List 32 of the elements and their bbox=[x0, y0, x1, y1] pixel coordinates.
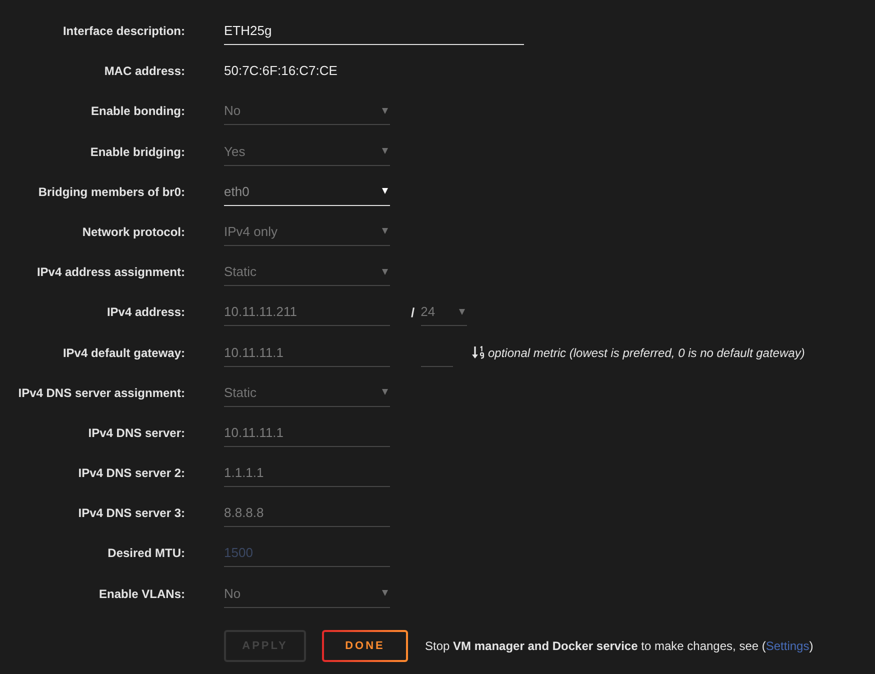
caret-icon bbox=[458, 308, 465, 315]
caret-icon bbox=[382, 268, 388, 275]
done-button[interactable]: DONE bbox=[322, 630, 408, 662]
caret-icon bbox=[382, 228, 388, 234]
field-label: Desired MTU: bbox=[108, 545, 185, 562]
field-label: MAC address: bbox=[104, 63, 185, 80]
field-label: Network protocol: bbox=[82, 224, 185, 241]
caret-icon bbox=[382, 148, 388, 154]
field-label: IPv4 address assignment: bbox=[36, 264, 185, 282]
metric-hint: optional metric (lowest is preferred, 0 is no default gateway) bbox=[488, 346, 805, 360]
field-label: IPv4 DNS server assignment: bbox=[18, 384, 185, 402]
caret-icon bbox=[382, 188, 388, 194]
dropdown[interactable]: eth0 bbox=[224, 178, 390, 206]
field-label: Enable bonding: bbox=[91, 103, 185, 120]
field-label: Enable bridging: bbox=[90, 144, 185, 161]
sort-down-icon bbox=[472, 346, 485, 359]
caret-icon bbox=[382, 108, 388, 114]
text-field[interactable]: ETH25g bbox=[224, 17, 524, 45]
settings-link[interactable]: Settings bbox=[766, 638, 810, 653]
field-label: IPv4 default gateway: bbox=[62, 344, 185, 362]
value-text: 50:7C:6F:16:C7:CE bbox=[224, 62, 338, 80]
changes-note: Stop VM manager and Docker service to make changes, see (Settings) bbox=[425, 638, 814, 653]
field-label: IPv4 DNS server: bbox=[88, 424, 185, 442]
separator-text: / bbox=[411, 304, 415, 320]
field-label: Interface description: bbox=[62, 23, 185, 40]
field-label: Bridging members of br0: bbox=[38, 184, 185, 201]
caret-icon bbox=[382, 590, 388, 596]
field-label: IPv4 DNS server 3: bbox=[78, 505, 185, 522]
field-label: IPv4 address: bbox=[106, 304, 185, 322]
caret-icon bbox=[382, 389, 388, 396]
field-label: Enable VLANs: bbox=[98, 586, 185, 603]
field-label: IPv4 DNS server 2: bbox=[78, 465, 185, 482]
